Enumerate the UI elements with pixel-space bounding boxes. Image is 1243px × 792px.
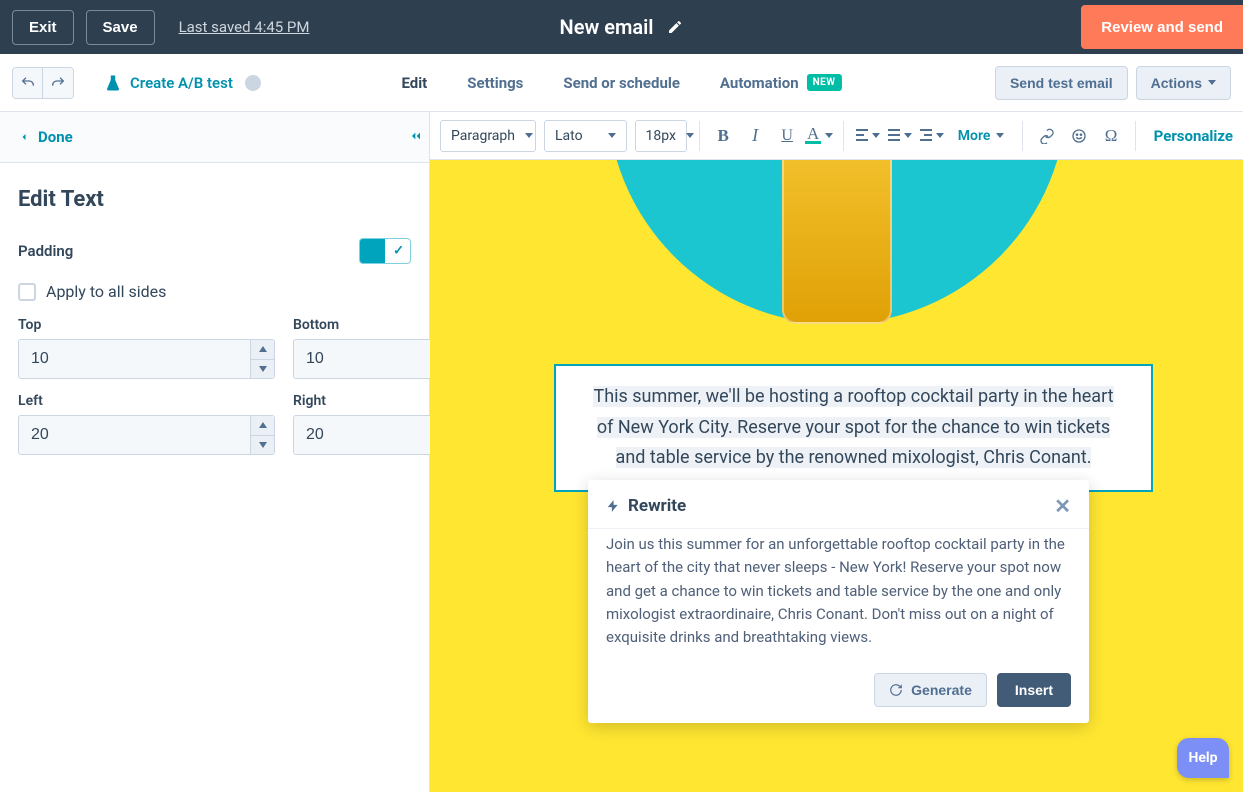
hero-image (607, 160, 1067, 324)
emoji-button[interactable] (1067, 122, 1091, 150)
email-canvas[interactable]: This summer, we'll be hosting a rooftop … (430, 160, 1243, 792)
actions-label: Actions (1151, 75, 1202, 91)
padding-top-input[interactable] (19, 340, 250, 378)
chevron-down-icon (872, 133, 880, 138)
chevron-down-icon (608, 133, 616, 138)
chevron-down-icon (525, 133, 533, 138)
canvas-area: Paragraph Lato 18px B I U A (430, 112, 1243, 792)
paragraph-select-label: Paragraph (451, 128, 515, 144)
last-saved-text[interactable]: Last saved 4:45 PM (179, 18, 310, 36)
padding-left-field: Left (18, 393, 275, 455)
underline-button[interactable]: U (775, 122, 799, 150)
generate-label: Generate (911, 682, 972, 698)
chevron-down-icon (1208, 80, 1216, 85)
chevron-down-icon (996, 133, 1004, 138)
rewrite-suggestion-text: Join us this summer for an unforgettable… (588, 528, 1089, 663)
special-char-button[interactable]: Ω (1099, 122, 1123, 150)
left-panel: Done Edit Text Padding Apply to all side… (0, 112, 430, 792)
text-color-button[interactable]: A (807, 122, 831, 150)
tab-automation-label: Automation (720, 74, 799, 92)
collapse-panel-button[interactable] (402, 122, 430, 150)
bolt-icon (606, 498, 620, 514)
font-select[interactable]: Lato (544, 120, 627, 152)
flask-icon (104, 74, 122, 92)
separator (1135, 121, 1136, 151)
refresh-icon (889, 683, 903, 697)
chevron-down-icon (825, 133, 833, 138)
padding-toggle[interactable] (359, 238, 411, 264)
insert-button[interactable]: Insert (997, 673, 1071, 707)
font-size-label: 18px (646, 128, 676, 144)
rewrite-footer: Generate Insert (588, 663, 1089, 723)
rewrite-title: Rewrite (628, 496, 686, 516)
generate-button[interactable]: Generate (874, 673, 987, 707)
rewrite-header: Rewrite ✕ (588, 480, 1089, 528)
apply-all-label: Apply to all sides (46, 282, 166, 301)
help-button[interactable]: Help (1177, 738, 1229, 778)
chevron-down-icon (936, 133, 944, 138)
font-select-label: Lato (555, 128, 583, 144)
indent-button[interactable] (920, 122, 944, 150)
link-icon (1039, 128, 1055, 144)
review-and-send-button[interactable]: Review and send (1081, 5, 1243, 49)
padding-label: Padding (18, 242, 73, 260)
info-icon[interactable] (245, 75, 261, 91)
chevron-down-icon (686, 133, 694, 138)
separator (843, 121, 844, 151)
chevron-left-icon (18, 131, 30, 143)
done-bar: Done (0, 112, 429, 163)
redo-button[interactable] (43, 68, 73, 98)
padding-grid: Top Bottom (0, 317, 429, 455)
align-icon (856, 129, 868, 143)
padding-top-field: Top (18, 317, 275, 379)
apply-all-row: Apply to all sides (0, 274, 429, 317)
padding-left-input[interactable] (19, 416, 250, 454)
new-badge: NEW (807, 74, 842, 91)
chevron-down-icon (904, 133, 912, 138)
font-size-select[interactable]: 18px (635, 120, 687, 152)
exit-button[interactable]: Exit (12, 10, 74, 45)
more-dropdown[interactable]: More (958, 128, 1005, 144)
italic-button[interactable]: I (743, 122, 767, 150)
send-test-email-button[interactable]: Send test email (995, 66, 1128, 100)
rewrite-popover: Rewrite ✕ Join us this summer for an unf… (588, 480, 1089, 723)
done-link[interactable]: Done (18, 128, 411, 146)
emoji-icon (1071, 128, 1087, 144)
bold-button[interactable]: B (711, 122, 735, 150)
done-label: Done (38, 128, 73, 146)
text-module-selected[interactable]: This summer, we'll be hosting a rooftop … (554, 364, 1153, 492)
paragraph-select[interactable]: Paragraph (440, 120, 536, 152)
list-button[interactable] (888, 122, 912, 150)
main-area: Done Edit Text Padding Apply to all side… (0, 112, 1243, 792)
padding-top-label: Top (18, 317, 275, 333)
align-button[interactable] (856, 122, 880, 150)
close-icon[interactable]: ✕ (1054, 494, 1071, 518)
padding-left-label: Left (18, 393, 275, 409)
actions-dropdown[interactable]: Actions (1136, 66, 1231, 100)
padding-top-up[interactable] (251, 340, 274, 360)
indent-icon (920, 129, 932, 143)
secondbar: Create A/B test Edit Settings Send or sc… (0, 54, 1243, 112)
padding-left-up[interactable] (251, 416, 274, 436)
undo-redo-group (12, 67, 74, 99)
separator (699, 121, 700, 151)
create-ab-test-label: Create A/B test (130, 74, 233, 92)
format-toolbar: Paragraph Lato 18px B I U A (430, 112, 1243, 160)
undo-button[interactable] (13, 68, 43, 98)
padding-left-down[interactable] (251, 436, 274, 455)
panel-title: Edit Text (0, 163, 429, 220)
personalize-link[interactable]: Personalize (1154, 127, 1233, 145)
selected-text: This summer, we'll be hosting a rooftop … (593, 386, 1113, 468)
separator (1022, 121, 1023, 151)
create-ab-test-link[interactable]: Create A/B test (104, 74, 261, 92)
right-actions: Send test email Actions (995, 66, 1231, 100)
more-label: More (958, 128, 991, 144)
padding-top-down[interactable] (251, 360, 274, 379)
list-icon (888, 129, 900, 143)
link-button[interactable] (1035, 122, 1059, 150)
apply-all-checkbox[interactable] (18, 283, 36, 301)
save-button[interactable]: Save (86, 10, 155, 45)
padding-row: Padding (0, 220, 429, 274)
